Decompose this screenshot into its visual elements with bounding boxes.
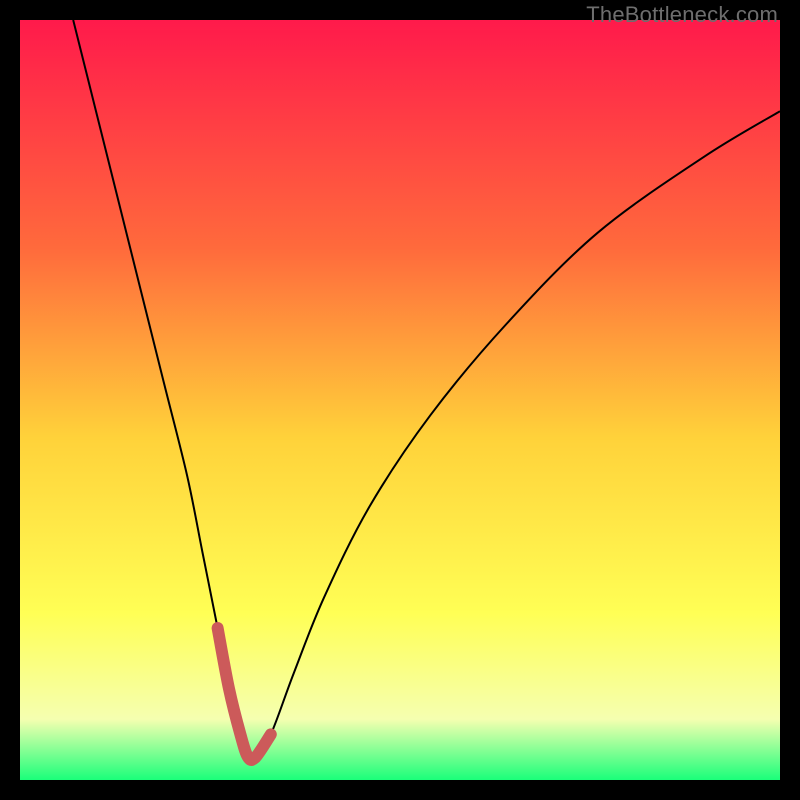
chart-frame: [20, 20, 780, 780]
chart-background: [20, 20, 780, 780]
watermark-text: TheBottleneck.com: [586, 2, 778, 28]
chart-svg: [20, 20, 780, 780]
